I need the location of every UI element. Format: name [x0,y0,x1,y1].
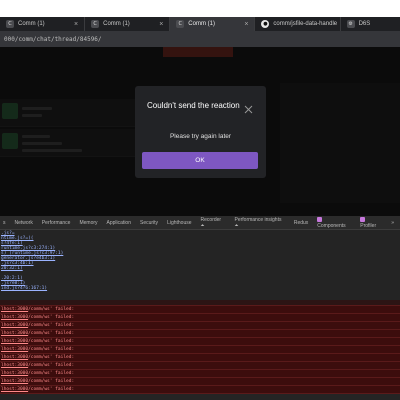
app-viewport: Couldn't send the reaction Please try ag… [0,47,400,216]
stack-link[interactable]: ind.js?4?6:167:1) [0,286,400,291]
browser-tab-active[interactable]: C Comm (1) × [170,17,256,31]
settings-icon: ⚙ [346,20,355,28]
devtools-tab[interactable]: Application [107,220,131,226]
devtools-tabbar: s Network Performance Memory Application… [0,216,400,230]
address-bar[interactable]: 000/comm/chat/thread/84596/ [0,31,400,47]
browser-tab[interactable]: ⚙ D6S [341,17,400,31]
devtools-tab[interactable]: s [3,220,6,226]
console-stack: .js?= ntime.js?=)( s?4fe:1) runtime.js?c… [0,231,400,291]
tab-title: Comm (1) [18,21,45,27]
error-host-link[interactable]: lhost:3000 [1,339,28,344]
console-error-row: lhost:3000/comm/ws' failed: [0,346,400,354]
comm-favicon-icon: C [91,20,100,28]
browser-tab[interactable]: C Comm (1) × [85,17,171,31]
error-message: /comm/ws' failed: [28,339,75,344]
error-message: /comm/ws' failed: [28,331,75,336]
console-error-row: lhost:3000/comm/ws' failed: [0,338,400,346]
tab-title: Comm (1) [188,21,215,27]
error-message: /comm/ws' failed: [28,379,75,384]
dialog-message: Please try again later [169,133,232,140]
error-message: /comm/ws' failed: [28,355,75,360]
url-text: 000/comm/chat/thread/84596/ [4,35,102,43]
console-error-row: lhost:3000/comm/ws' failed: [0,370,400,378]
dialog-title: Couldn't send the reaction [147,101,240,110]
console-error-row: lhost:3000/comm/ws' failed: [0,362,400,370]
error-message: /comm/ws' failed: [28,347,75,352]
browser-tab[interactable]: C Comm (1) × [0,17,86,31]
console-error-row: lhost:3000/comm/ws' failed: [0,354,400,362]
close-tab-icon[interactable]: × [159,21,163,28]
console-error-row: lhost:3000/comm/ws' failed: [0,378,400,386]
devtools-tab[interactable]: Performance insights ⏶ [235,217,285,229]
more-tabs-icon[interactable]: » [391,220,394,226]
error-host-link[interactable]: lhost:3000 [1,379,28,384]
devtools-tab[interactable]: Memory [79,220,97,226]
error-host-link[interactable]: lhost:3000 [1,371,28,376]
close-icon[interactable] [244,105,253,114]
error-host-link[interactable]: lhost:3000 [1,347,28,352]
tab-title: D6S [358,21,371,27]
tab-title: comm/jsfile-data-handle [273,21,338,27]
devtools-tab[interactable]: Network [15,220,33,226]
devtools-panel: s Network Performance Memory Application… [0,216,400,400]
console-error-row: lhost:3000/comm/ws' failed: [0,306,400,314]
react-icon [317,216,323,222]
console-error-row: lhost:3000/comm/ws' failed: [0,322,400,330]
react-icon [360,216,366,222]
error-message: /comm/ws' failed: [28,387,75,392]
error-host-link[interactable]: lhost:3000 [1,323,28,328]
console-error-row: lhost:3000/comm/ws' failed: [0,386,400,394]
error-message: /comm/ws' failed: [28,315,75,320]
browser-tab[interactable]: ● comm/jsfile-data-handle [255,17,341,31]
comm-favicon-icon: C [6,20,14,28]
close-tab-icon[interactable]: × [244,21,248,28]
error-host-link[interactable]: lhost:3000 [1,363,28,368]
error-host-link[interactable]: lhost:3000 [1,307,28,312]
error-host-link[interactable]: lhost:3000 [1,315,28,320]
error-message: /comm/ws' failed: [28,371,75,376]
devtools-tab[interactable]: Components [317,216,351,229]
devtools-tab[interactable]: Recorder ⏶ [201,217,226,229]
tab-title: Comm (1) [103,21,130,27]
github-icon: ● [261,20,270,28]
error-dialog: Couldn't send the reaction Please try ag… [135,86,266,178]
devtools-tab[interactable]: Profiler [360,216,382,229]
comm-favicon-icon: C [176,20,185,28]
console-error-row: lhost:3000/comm/ws' failed: [0,330,400,338]
devtools-tab[interactable]: Lighthouse [167,220,191,226]
console-error-row: lhost:3000/comm/ws' failed: [0,314,400,322]
error-host-link[interactable]: lhost:3000 [1,355,28,360]
ok-button[interactable]: OK [142,152,258,169]
devtools-tab[interactable]: Performance [42,220,71,226]
error-host-link[interactable]: lhost:3000 [1,387,28,392]
devtools-tab[interactable]: Security [140,220,158,226]
devtools-tab[interactable]: Redux [294,220,308,226]
error-message: /comm/ws' failed: [28,307,75,312]
error-host-link[interactable]: lhost:3000 [1,331,28,336]
close-tab-icon[interactable]: × [74,21,78,28]
error-message: /comm/ws' failed: [28,323,75,328]
browser-tab-strip: C Comm (1) × C Comm (1) × C Comm (1) × ●… [0,17,400,31]
console-errors: lhost:3000/comm/ws' failed: lhost:3000/co… [0,300,400,394]
error-message: /comm/ws' failed: [28,363,75,368]
